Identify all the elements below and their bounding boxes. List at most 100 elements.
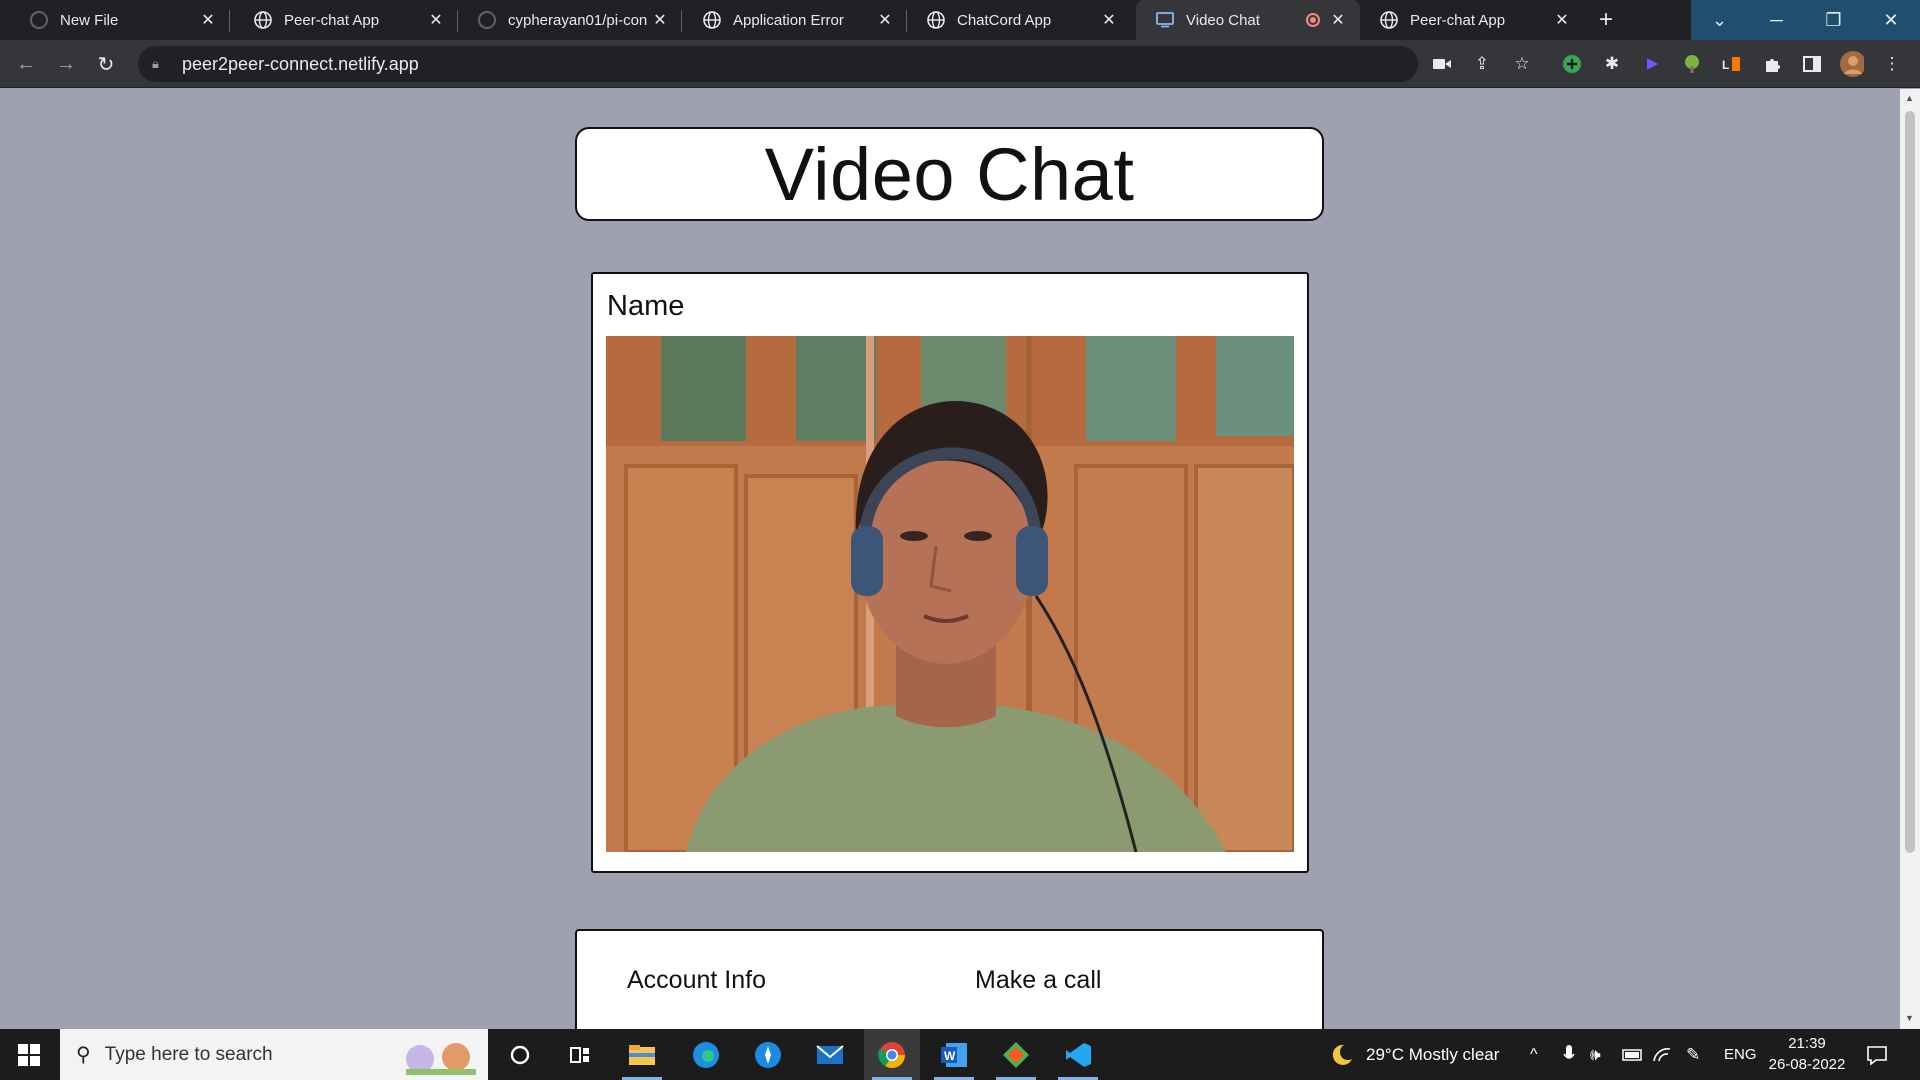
extension-tree-icon[interactable] bbox=[1680, 52, 1704, 76]
forward-button[interactable]: → bbox=[52, 50, 80, 78]
tab-search-button[interactable]: ⌄ bbox=[1691, 0, 1748, 40]
globe-icon bbox=[1380, 11, 1398, 29]
close-icon[interactable]: ✕ bbox=[875, 10, 895, 30]
recording-icon bbox=[1306, 13, 1320, 27]
page-viewport: Video Chat Name Account Info Make a call bbox=[0, 89, 1900, 1029]
edge-icon[interactable] bbox=[678, 1029, 734, 1080]
extension-lighthouse-icon[interactable]: L bbox=[1720, 52, 1744, 76]
tab-peer-chat-app[interactable]: Peer-chat App ✕ bbox=[234, 0, 458, 40]
close-window-button[interactable]: ✕ bbox=[1862, 0, 1920, 40]
url-text: peer2peer-connect.netlify.app bbox=[182, 53, 419, 74]
account-info-label: Account Info bbox=[627, 966, 766, 994]
page-title: Video Chat bbox=[764, 132, 1135, 216]
task-view-icon[interactable] bbox=[552, 1029, 608, 1080]
tab-chatcord-app[interactable]: ChatCord App ✕ bbox=[907, 0, 1131, 40]
pen-icon[interactable]: ✎ bbox=[1686, 1029, 1700, 1080]
globe-icon bbox=[254, 11, 272, 29]
volume-icon[interactable]: 🕪︎ bbox=[1590, 1029, 1601, 1080]
tab-title: Peer-chat App bbox=[1410, 11, 1506, 29]
globe-icon bbox=[703, 11, 721, 29]
address-bar[interactable]: 🔒︎ peer2peer-connect.netlify.app bbox=[138, 46, 1418, 82]
restore-button[interactable]: ❐ bbox=[1805, 0, 1862, 40]
file-explorer-icon[interactable] bbox=[614, 1029, 670, 1080]
battery-icon[interactable] bbox=[1622, 1029, 1644, 1080]
vscode-icon[interactable] bbox=[1050, 1029, 1106, 1080]
notification-center-icon[interactable] bbox=[1866, 1029, 1888, 1080]
tab-separator bbox=[681, 10, 682, 32]
browser-tab-strip: New File ✕ Peer-chat App ✕ cypherayan01/… bbox=[0, 0, 1920, 40]
wifi-icon[interactable] bbox=[1652, 1029, 1672, 1080]
tab-peer-chat-app-2[interactable]: Peer-chat App ✕ bbox=[1360, 0, 1584, 40]
extension-play-icon[interactable] bbox=[1640, 52, 1664, 76]
close-icon[interactable]: ✕ bbox=[650, 10, 670, 30]
lock-icon[interactable]: 🔒︎ bbox=[152, 56, 166, 72]
tab-title: New File bbox=[60, 11, 119, 29]
system-clock[interactable]: 21:39 26-08-2022 bbox=[1764, 1033, 1850, 1075]
extension-plus-icon[interactable] bbox=[1560, 52, 1584, 76]
microphone-icon[interactable] bbox=[1562, 1029, 1576, 1080]
start-button[interactable] bbox=[0, 1029, 58, 1080]
tab-title: cypherayan01/pi-con bbox=[508, 11, 648, 29]
close-icon[interactable]: ✕ bbox=[426, 10, 446, 30]
browser-toolbar: ← → ↻ 🔒︎ peer2peer-connect.netlify.app ⇪… bbox=[0, 40, 1920, 88]
show-hidden-icons-icon[interactable]: ^ bbox=[1530, 1029, 1538, 1080]
search-icon: ⚲ bbox=[76, 1044, 91, 1066]
tab-github-repo[interactable]: cypherayan01/pi-con ✕ bbox=[458, 0, 682, 40]
page-scrollbar[interactable]: ▲ ▼ bbox=[1900, 89, 1920, 1029]
video-name-label: Name bbox=[607, 290, 685, 322]
tab-application-error[interactable]: Application Error ✕ bbox=[683, 0, 907, 40]
svg-text:L: L bbox=[1722, 58, 1729, 72]
close-icon[interactable]: ✕ bbox=[198, 10, 218, 30]
tab-title: Video Chat bbox=[1186, 11, 1260, 29]
git-tool-icon[interactable] bbox=[988, 1029, 1044, 1080]
github-icon bbox=[478, 11, 496, 29]
video-card: Name bbox=[591, 272, 1309, 873]
share-icon[interactable]: ⇪ bbox=[1470, 52, 1494, 76]
safari-icon[interactable] bbox=[740, 1029, 796, 1080]
scrollbar-thumb[interactable] bbox=[1905, 111, 1915, 853]
tab-video-chat[interactable]: Video Chat ✕ bbox=[1136, 0, 1360, 40]
extension-gear-icon[interactable]: ✱ bbox=[1600, 52, 1624, 76]
moon-cloud-icon bbox=[1332, 1044, 1352, 1065]
windows-logo-icon bbox=[18, 1043, 40, 1066]
camera-in-use-icon[interactable] bbox=[1430, 52, 1454, 76]
windows-taskbar: ⚲ Type here to search W 29°C Mostly clea… bbox=[0, 1029, 1920, 1080]
chrome-icon[interactable] bbox=[864, 1029, 920, 1080]
tab-new-file[interactable]: New File ✕ bbox=[10, 0, 230, 40]
close-icon[interactable]: ✕ bbox=[1552, 10, 1572, 30]
tab-title: ChatCord App bbox=[957, 11, 1052, 29]
close-icon[interactable]: ✕ bbox=[1099, 10, 1119, 30]
weather-text: 29°C Mostly clear bbox=[1366, 1044, 1500, 1064]
bookmark-star-icon[interactable]: ☆ bbox=[1510, 52, 1534, 76]
clock-time: 21:39 bbox=[1788, 1035, 1826, 1052]
scroll-down-arrow[interactable]: ▼ bbox=[1905, 1013, 1914, 1023]
scroll-up-arrow[interactable]: ▲ bbox=[1905, 93, 1914, 103]
close-icon[interactable]: ✕ bbox=[1328, 10, 1348, 30]
word-icon[interactable]: W bbox=[926, 1029, 982, 1080]
minimize-button[interactable]: ─ bbox=[1748, 0, 1805, 40]
clock-date: 26-08-2022 bbox=[1768, 1056, 1846, 1073]
search-highlight-illustration bbox=[398, 1033, 482, 1077]
search-placeholder: Type here to search bbox=[104, 1043, 273, 1065]
reload-button[interactable]: ↻ bbox=[92, 50, 120, 78]
weather-widget[interactable]: 29°C Mostly clear bbox=[1328, 1029, 1499, 1080]
header-card: Video Chat bbox=[575, 127, 1324, 221]
extensions-puzzle-icon[interactable] bbox=[1760, 52, 1784, 76]
local-video-stream bbox=[606, 336, 1294, 852]
mail-icon[interactable] bbox=[802, 1029, 858, 1080]
make-call-label: Make a call bbox=[975, 966, 1102, 994]
cortana-icon[interactable] bbox=[492, 1029, 548, 1080]
language-indicator[interactable]: ENG bbox=[1724, 1029, 1757, 1080]
github-icon bbox=[30, 11, 48, 29]
browser-menu-icon[interactable]: ⋮ bbox=[1880, 52, 1904, 76]
video-chat-icon bbox=[1156, 11, 1174, 29]
taskbar-search[interactable]: ⚲ Type here to search bbox=[60, 1029, 488, 1080]
globe-icon bbox=[927, 11, 945, 29]
svg-text:W: W bbox=[944, 1049, 956, 1063]
new-tab-button[interactable]: + bbox=[1592, 6, 1620, 34]
controls-card: Account Info Make a call bbox=[575, 929, 1324, 1029]
profile-avatar[interactable] bbox=[1840, 51, 1864, 77]
back-button[interactable]: ← bbox=[12, 50, 40, 78]
tab-title: Application Error bbox=[733, 11, 844, 29]
side-panel-icon[interactable] bbox=[1800, 52, 1824, 76]
